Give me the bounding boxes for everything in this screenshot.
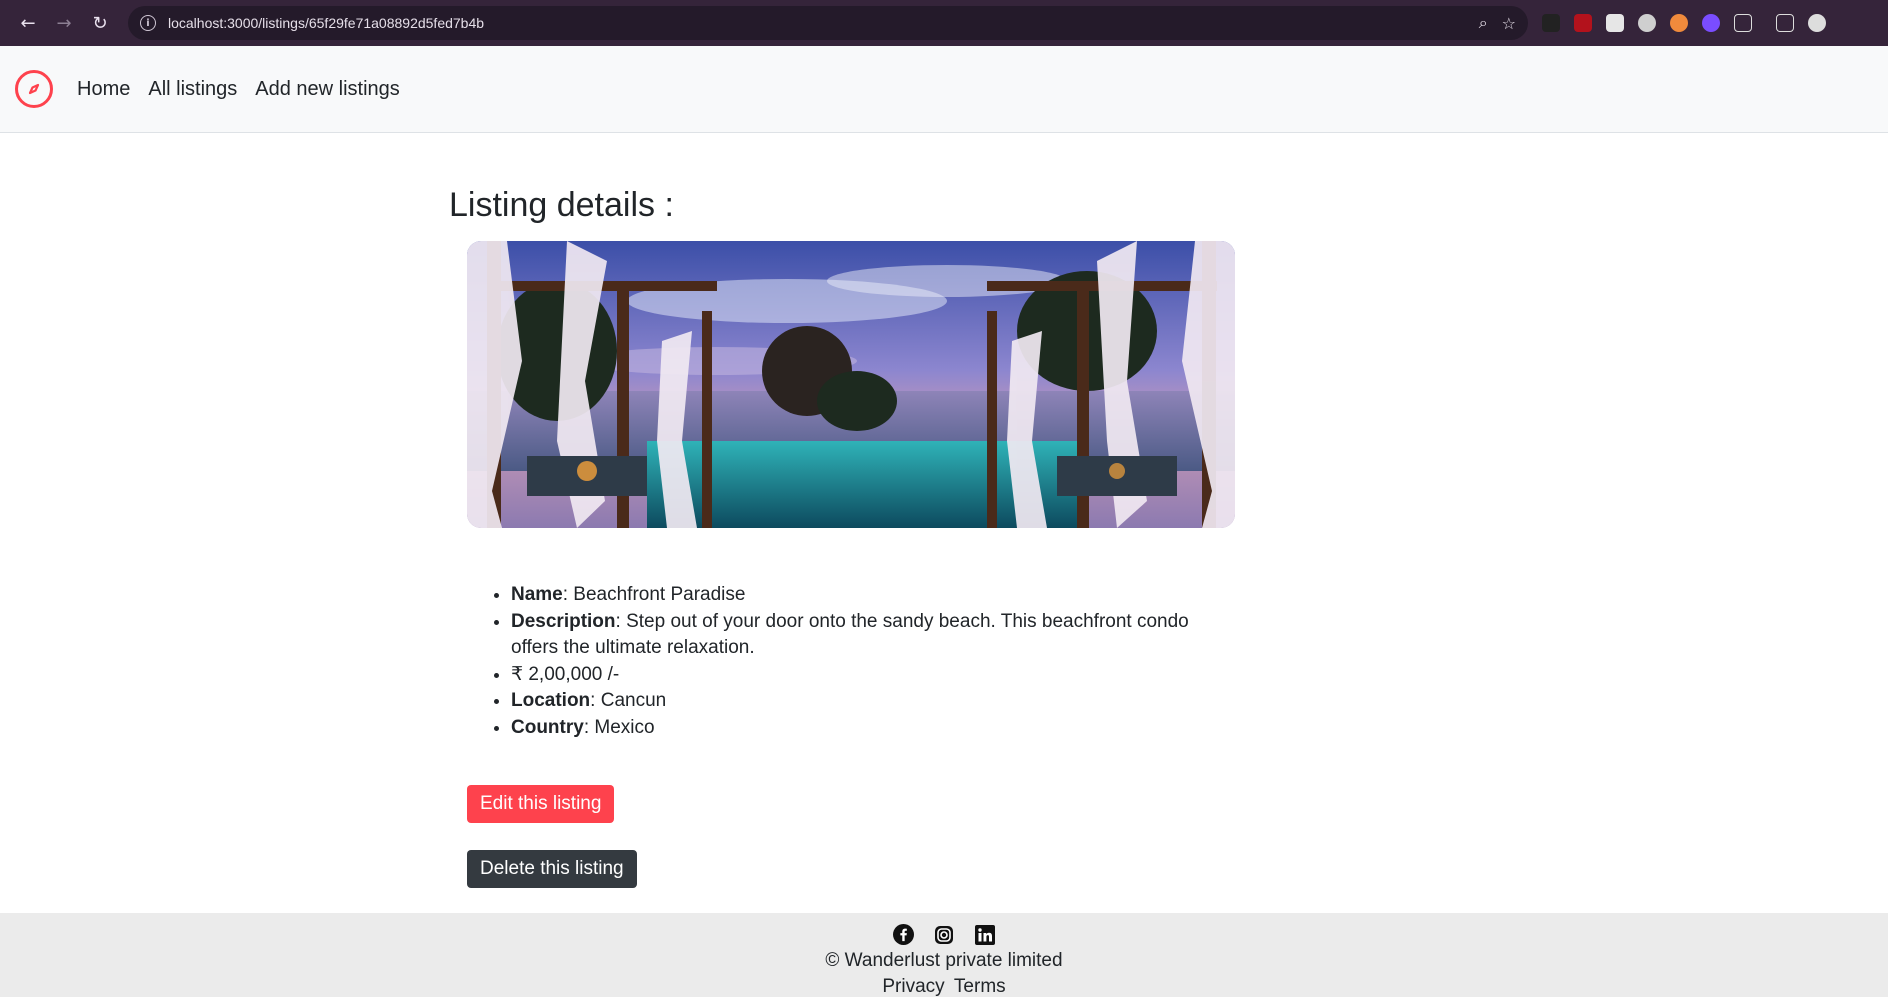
terms-link[interactable]: Terms	[954, 976, 1006, 997]
ublock-icon[interactable]	[1574, 14, 1592, 32]
instagram-icon[interactable]	[933, 923, 956, 946]
profile-avatar-icon[interactable]	[1808, 14, 1826, 32]
privacy-link[interactable]: Privacy	[882, 976, 944, 997]
extension-icon[interactable]	[1670, 14, 1688, 32]
delete-listing-button[interactable]: Delete this listing	[467, 850, 637, 888]
extension-icon[interactable]	[1542, 14, 1560, 32]
list-item-description: Description: Step out of your door onto …	[511, 609, 1235, 662]
side-panel-icon[interactable]	[1776, 14, 1794, 32]
footer-links: Privacy Terms	[0, 976, 1888, 997]
nav-add-listing[interactable]: Add new listings	[255, 78, 400, 101]
browser-toolbar: ← → ↻ i localhost:3000/listings/65f29fe7…	[0, 0, 1888, 46]
nav-home[interactable]: Home	[77, 78, 130, 101]
web-page: Home All listings Add new listings Listi…	[0, 46, 1888, 997]
url-text[interactable]: localhost:3000/listings/65f29fe71a08892d…	[168, 15, 1465, 31]
listing-container: Listing details : • Name: Beachfront Par…	[449, 186, 1249, 888]
list-item-country: Country: Mexico	[511, 715, 1235, 742]
listing-image	[467, 241, 1235, 528]
edit-listing-button[interactable]: Edit this listing	[467, 785, 615, 823]
facebook-icon[interactable]	[892, 923, 915, 946]
list-item-name: Name: Beachfront Paradise	[511, 582, 1235, 609]
site-footer: © Wanderlust private limited Privacy Ter…	[0, 913, 1888, 997]
back-arrow-icon[interactable]: ←	[10, 5, 46, 41]
copyright-text: © Wanderlust private limited	[825, 950, 1063, 971]
page-title: Listing details :	[449, 186, 674, 224]
bookmark-star-icon[interactable]: ☆	[1502, 14, 1516, 33]
compass-icon[interactable]	[15, 70, 53, 108]
list-item-price: ₹ 2,00,000 /-	[511, 662, 1235, 689]
address-bar[interactable]: i localhost:3000/listings/65f29fe71a0889…	[128, 6, 1528, 40]
listing-details-list: Name: Beachfront Paradise Description: S…	[467, 582, 1235, 741]
extension-icon[interactable]	[1606, 14, 1624, 32]
extension-icon[interactable]	[1702, 14, 1720, 32]
list-item-location: Location: Cancun	[511, 688, 1235, 715]
site-info-icon[interactable]: i	[140, 15, 156, 31]
site-navbar: Home All listings Add new listings	[0, 46, 1888, 133]
linkedin-icon[interactable]	[974, 923, 997, 946]
forward-arrow-icon[interactable]: →	[46, 5, 82, 41]
nav-all-listings[interactable]: All listings	[148, 78, 237, 101]
extension-icon[interactable]	[1638, 14, 1656, 32]
reload-icon[interactable]: ↻	[82, 5, 118, 41]
puzzle-icon[interactable]	[1734, 14, 1752, 32]
zoom-icon[interactable]: ⌕	[1479, 13, 1488, 33]
